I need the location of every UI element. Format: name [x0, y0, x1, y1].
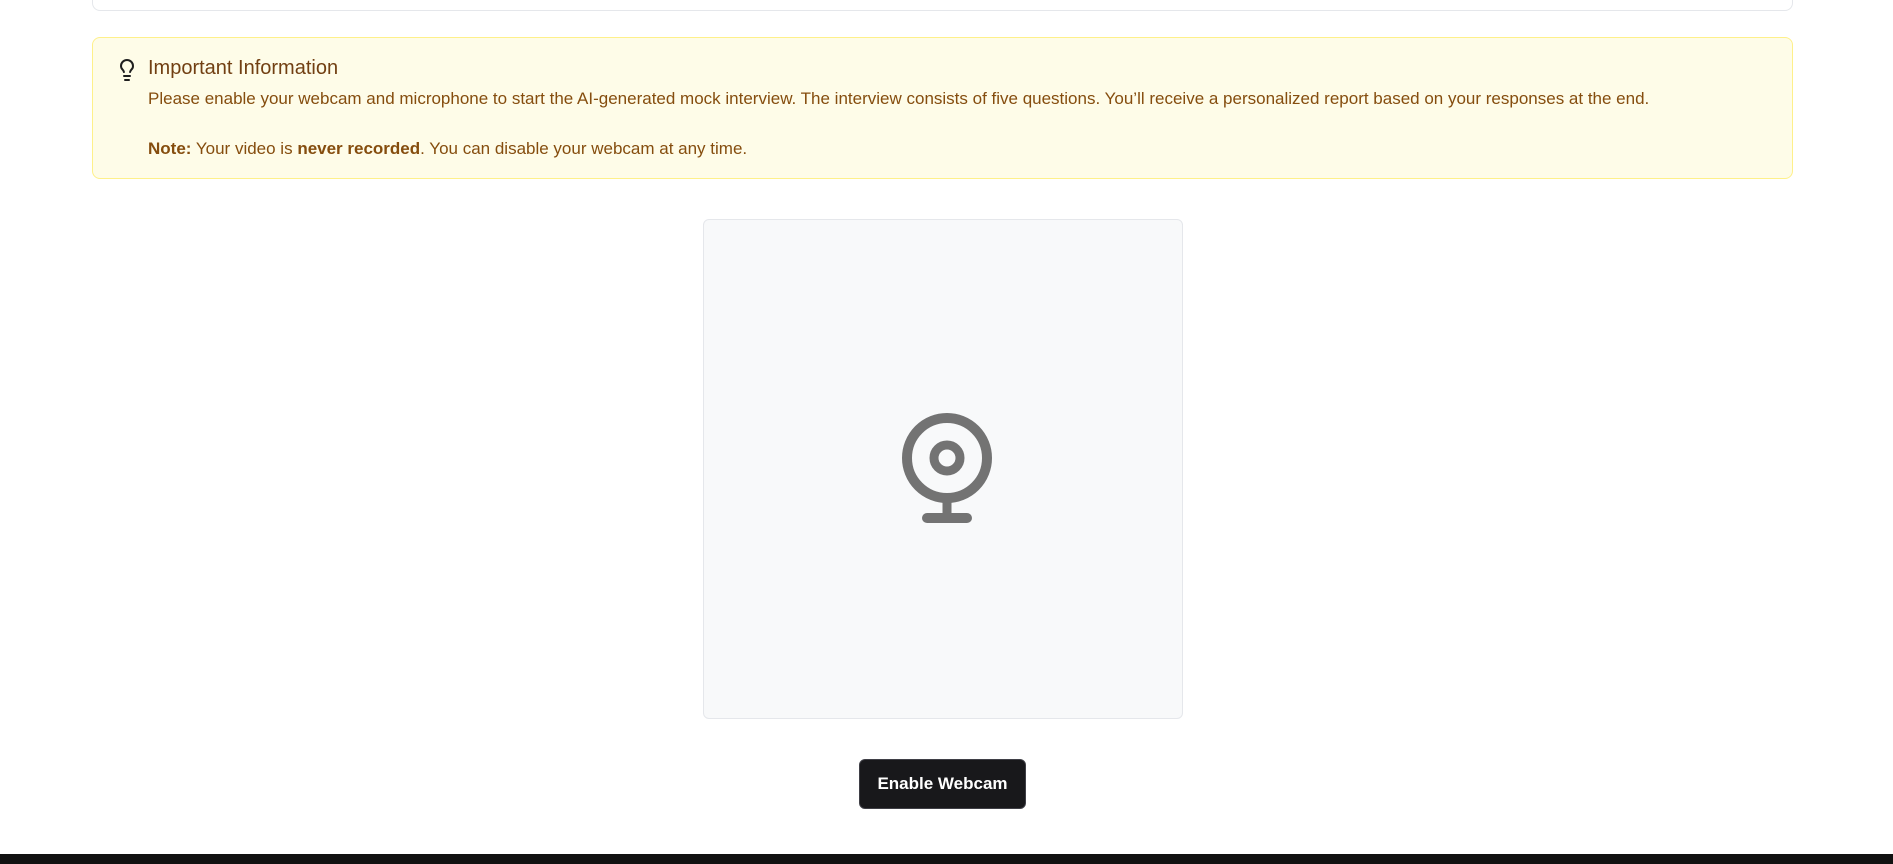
info-content: Important Information Please enable your… — [148, 54, 1768, 161]
note-label: Note: — [148, 139, 192, 158]
important-info-alert: Important Information Please enable your… — [92, 37, 1793, 179]
previous-card — [92, 0, 1793, 11]
lightbulb-icon — [115, 58, 139, 82]
note-prefix: Your video is — [191, 139, 298, 158]
webcam-preview — [703, 219, 1183, 719]
bottom-bar — [0, 854, 1893, 864]
note-emphasis: never recorded — [297, 139, 421, 158]
info-title: Important Information — [148, 57, 339, 79]
enable-webcam-button[interactable]: Enable Webcam — [859, 759, 1026, 809]
info-note: Note: Your video is never recorded. You … — [148, 136, 1768, 161]
note-suffix: . You can disable your webcam at any tim… — [420, 139, 748, 158]
webcam-icon — [897, 412, 997, 532]
info-description: Please enable your webcam and microphone… — [148, 89, 1650, 108]
